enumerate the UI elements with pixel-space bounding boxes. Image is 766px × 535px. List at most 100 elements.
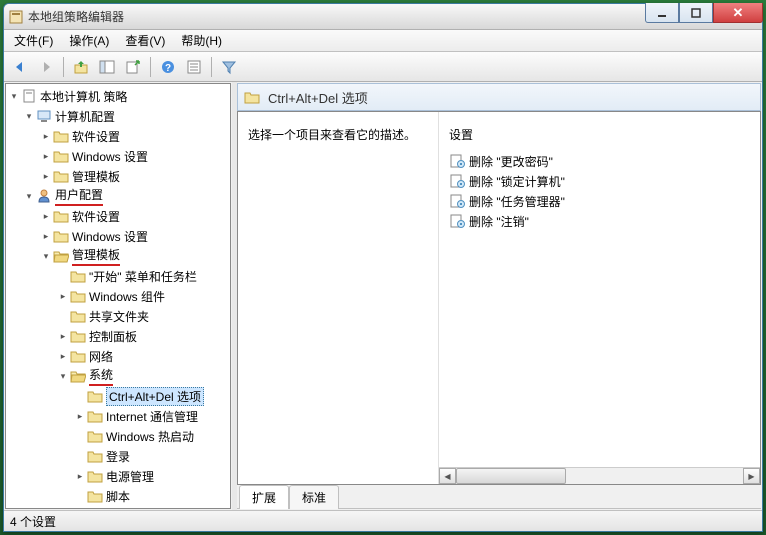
- folder-icon: [87, 488, 103, 504]
- properties-button[interactable]: [182, 55, 206, 79]
- menu-action[interactable]: 操作(A): [61, 30, 117, 51]
- tree-item-software-settings[interactable]: ▸软件设置: [40, 126, 230, 146]
- folder-icon: [53, 128, 69, 144]
- expand-icon[interactable]: ▸: [57, 291, 69, 302]
- folder-icon: [70, 308, 86, 324]
- titlebar[interactable]: 本地组策略编辑器 ✕: [4, 4, 762, 30]
- expand-icon[interactable]: ▸: [74, 411, 86, 422]
- scroll-track[interactable]: [456, 468, 743, 484]
- tree-item-windows-settings[interactable]: ▸Windows 设置: [40, 146, 230, 166]
- tree-panel[interactable]: ▾ 本地计算机 策略 ▾ 计算机配置 ▸软件设置: [5, 83, 231, 509]
- folder-icon: [53, 228, 69, 244]
- policy-item[interactable]: 删除 "锁定计算机": [449, 171, 750, 191]
- policy-item[interactable]: 删除 "任务管理器": [449, 191, 750, 211]
- collapse-icon[interactable]: ▾: [8, 91, 20, 102]
- tree-item-start-taskbar[interactable]: "开始" 菜单和任务栏: [57, 266, 230, 286]
- tree-item-system: ▾ 系统 Ctrl+Alt+Del 选项 ▸Internet 通信管理: [57, 366, 230, 506]
- folder-icon: [87, 408, 103, 424]
- tree-item-admin-templates[interactable]: ▸管理模板: [40, 166, 230, 186]
- tree-item-scripts[interactable]: 脚本: [74, 486, 230, 506]
- tab-standard[interactable]: 标准: [289, 485, 339, 509]
- close-button[interactable]: ✕: [713, 3, 763, 23]
- tree-item-user-admin-templates: ▾ 管理模板 "开始" 菜单和任务栏 ▸Windows 组件 共享文件夹 ▸控制…: [40, 246, 230, 506]
- expand-icon[interactable]: ▸: [40, 211, 52, 222]
- expand-icon[interactable]: ▸: [40, 231, 52, 242]
- maximize-button[interactable]: [679, 3, 713, 23]
- minimize-button[interactable]: [645, 3, 679, 23]
- description-text: 选择一个项目来查看它的描述。: [248, 126, 428, 143]
- policy-item[interactable]: 删除 "注销": [449, 211, 750, 231]
- expand-icon[interactable]: ▸: [74, 471, 86, 482]
- show-hide-tree-button[interactable]: [95, 55, 119, 79]
- tree-item-network[interactable]: ▸网络: [57, 346, 230, 366]
- collapse-icon[interactable]: ▾: [57, 371, 69, 382]
- toolbar: ?: [4, 52, 762, 82]
- tree-item-internet-comm[interactable]: ▸Internet 通信管理: [74, 406, 230, 426]
- tree-item-power-mgmt[interactable]: ▸电源管理: [74, 466, 230, 486]
- collapse-icon[interactable]: ▾: [23, 191, 35, 202]
- folder-icon: [87, 448, 103, 464]
- policy-icon: [449, 153, 465, 169]
- tree-item-windows-hotstart[interactable]: Windows 热启动: [74, 426, 230, 446]
- view-tabs: 扩展 标准: [237, 485, 761, 509]
- policy-item[interactable]: 删除 "更改密码": [449, 151, 750, 171]
- scroll-left-button[interactable]: ◀: [439, 468, 456, 484]
- forward-button[interactable]: [34, 55, 58, 79]
- toolbar-sep: [63, 57, 64, 77]
- up-button[interactable]: [69, 55, 93, 79]
- statusbar: 4 个设置: [4, 510, 762, 531]
- menu-help[interactable]: 帮助(H): [173, 30, 230, 51]
- scroll-right-button[interactable]: ▶: [743, 468, 760, 484]
- folder-open-icon: [53, 248, 69, 264]
- expand-icon[interactable]: ▸: [57, 351, 69, 362]
- column-header-settings[interactable]: 设置: [449, 126, 750, 143]
- folder-open-icon: [70, 368, 86, 384]
- expand-icon[interactable]: ▸: [57, 331, 69, 342]
- description-pane: 选择一个项目来查看它的描述。: [238, 112, 438, 484]
- computer-icon: [36, 108, 52, 124]
- window-controls: ✕: [645, 3, 763, 23]
- tree-item-user-windows-settings[interactable]: ▸Windows 设置: [40, 226, 230, 246]
- collapse-icon[interactable]: ▾: [23, 111, 35, 122]
- tree-item-user-software-settings[interactable]: ▸软件设置: [40, 206, 230, 226]
- status-text: 4 个设置: [10, 513, 56, 530]
- tree-item-local-computer-policy[interactable]: ▾ 本地计算机 策略: [6, 86, 230, 106]
- collapse-icon[interactable]: ▾: [40, 251, 52, 262]
- policy-icon: [449, 173, 465, 189]
- client-area: ▾ 本地计算机 策略 ▾ 计算机配置 ▸软件设置: [4, 82, 762, 510]
- tree-item-computer-config: ▾ 计算机配置 ▸软件设置 ▸Windows 设置 ▸管理模板: [23, 106, 230, 186]
- user-icon: [36, 188, 52, 204]
- expand-icon[interactable]: ▸: [40, 171, 52, 182]
- content-area: 选择一个项目来查看它的描述。 设置 删除 "更改密码" 删除 "锁定计算机" 删…: [237, 111, 761, 485]
- menu-file[interactable]: 文件(F): [6, 30, 61, 51]
- menu-view[interactable]: 查看(V): [117, 30, 173, 51]
- filter-button[interactable]: [217, 55, 241, 79]
- back-button[interactable]: [8, 55, 32, 79]
- settings-pane: 设置 删除 "更改密码" 删除 "锁定计算机" 删除 "任务管理器" 删除 "注…: [438, 112, 760, 484]
- policy-icon: [449, 213, 465, 229]
- tree-item-logon[interactable]: 登录: [74, 446, 230, 466]
- tab-extended[interactable]: 扩展: [239, 485, 289, 509]
- folder-icon: [70, 268, 86, 284]
- tree-item-user-config: ▾ 用户配置 ▸软件设置 ▸Windows 设置 ▾: [23, 186, 230, 506]
- svg-text:?: ?: [165, 63, 171, 74]
- policy-tree: ▾ 本地计算机 策略 ▾ 计算机配置 ▸软件设置: [6, 84, 230, 508]
- folder-icon: [87, 468, 103, 484]
- policy-doc-icon: [21, 88, 37, 104]
- toolbar-sep: [150, 57, 151, 77]
- tree-item-windows-components[interactable]: ▸Windows 组件: [57, 286, 230, 306]
- export-button[interactable]: [121, 55, 145, 79]
- help-button[interactable]: ?: [156, 55, 180, 79]
- menubar: 文件(F) 操作(A) 查看(V) 帮助(H): [4, 30, 762, 52]
- folder-icon: [87, 388, 103, 404]
- folder-icon: [244, 89, 260, 105]
- expand-icon[interactable]: ▸: [40, 151, 52, 162]
- tree-root: ▾ 本地计算机 策略 ▾ 计算机配置 ▸软件设置: [6, 86, 230, 506]
- tree-item-shared-folders[interactable]: 共享文件夹: [57, 306, 230, 326]
- horizontal-scrollbar[interactable]: ◀ ▶: [439, 467, 760, 484]
- tree-item-control-panel[interactable]: ▸控制面板: [57, 326, 230, 346]
- expand-icon[interactable]: ▸: [40, 131, 52, 142]
- folder-icon: [53, 148, 69, 164]
- scroll-thumb[interactable]: [456, 468, 566, 484]
- content-header: Ctrl+Alt+Del 选项: [237, 83, 761, 111]
